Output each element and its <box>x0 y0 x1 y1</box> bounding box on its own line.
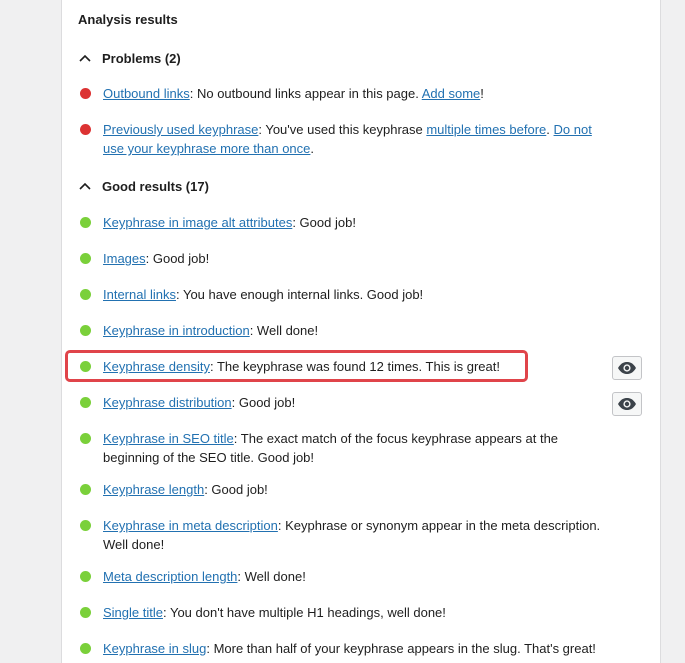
result-link[interactable]: Single title <box>103 605 163 620</box>
distribution-eye-button[interactable] <box>612 392 642 416</box>
red-dot-icon <box>80 124 91 135</box>
result-link[interactable]: Keyphrase in SEO title <box>103 431 234 446</box>
previously-used-keyphrase-link[interactable]: Previously used keyphrase <box>103 122 258 137</box>
problems-toggle[interactable]: Problems (2) <box>78 51 181 66</box>
result-link[interactable]: Meta description length <box>103 569 237 584</box>
good-results-toggle[interactable]: Good results (17) <box>78 179 209 194</box>
red-dot-icon <box>80 88 91 99</box>
green-dot-icon <box>80 484 91 495</box>
chevron-up-icon <box>79 182 91 190</box>
keyphrase-distribution-link[interactable]: Keyphrase distribution <box>103 395 232 410</box>
green-dot-icon <box>80 643 91 654</box>
green-dot-icon <box>80 397 91 408</box>
highlight-box <box>65 350 528 382</box>
result-link[interactable]: Keyphrase in introduction <box>103 323 250 338</box>
analysis-panel: Analysis results Problems (2) Outbound l… <box>61 0 661 663</box>
add-some-link[interactable]: Add some <box>422 86 481 101</box>
green-dot-icon <box>80 571 91 582</box>
green-dot-icon <box>80 217 91 228</box>
result-link[interactable]: Keyphrase length <box>103 482 204 497</box>
result-link[interactable]: Keyphrase in meta description <box>103 518 278 533</box>
panel-title: Analysis results <box>78 12 178 27</box>
density-eye-button[interactable] <box>612 356 642 380</box>
green-dot-icon <box>80 253 91 264</box>
good-results-heading: Good results (17) <box>102 179 209 194</box>
result-link[interactable]: Keyphrase in image alt attributes <box>103 215 292 230</box>
problems-heading: Problems (2) <box>102 51 181 66</box>
eye-icon <box>618 398 636 410</box>
green-dot-icon <box>80 607 91 618</box>
result-link[interactable]: Images <box>103 251 146 266</box>
green-dot-icon <box>80 433 91 444</box>
green-dot-icon <box>80 289 91 300</box>
eye-icon <box>618 362 636 374</box>
result-link[interactable]: Internal links <box>103 287 176 302</box>
green-dot-icon <box>80 520 91 531</box>
chevron-up-icon <box>79 54 91 62</box>
multiple-times-before-link[interactable]: multiple times before <box>426 122 546 137</box>
outbound-links-link[interactable]: Outbound links <box>103 86 190 101</box>
result-link[interactable]: Keyphrase in slug <box>103 641 206 656</box>
green-dot-icon <box>80 325 91 336</box>
